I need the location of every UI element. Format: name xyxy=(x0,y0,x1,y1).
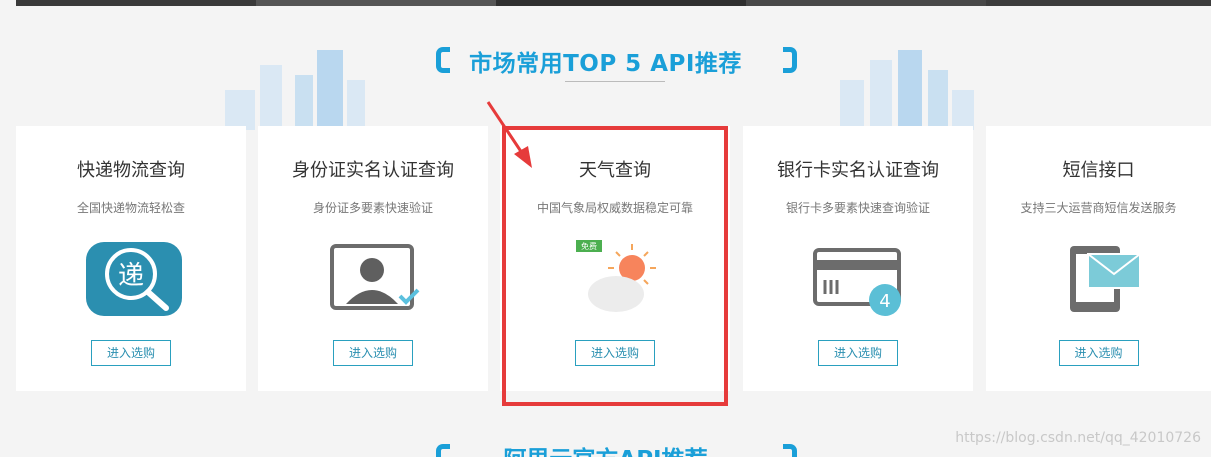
buy-button-id-verify[interactable]: 进入选购 xyxy=(333,340,413,366)
card-description: 身份证多要素快速验证 xyxy=(312,201,433,215)
card-title: 快递物流查询 xyxy=(77,160,185,181)
right-bracket-icon xyxy=(783,47,797,73)
card-description: 银行卡多要素快速查询验证 xyxy=(785,201,930,215)
bank-card-icon: 4 xyxy=(803,238,913,318)
section-title: 市场常用TOP 5 API推荐 xyxy=(0,44,1211,78)
next-section-title-text: 阿里云官方API推荐 xyxy=(503,447,707,457)
api-card-id-verify: 身份证实名认证查询 身份证多要素快速验证 进入选购 xyxy=(258,126,488,391)
title-underline xyxy=(565,81,665,82)
svg-text:递: 递 xyxy=(118,261,144,291)
api-card-sms: 短信接口 支持三大运营商短信发送服务 进入选购 xyxy=(986,126,1211,391)
watermark: https://blog.csdn.net/qq_42010726 xyxy=(955,430,1201,446)
id-verify-icon xyxy=(318,238,428,318)
card-description: 支持三大运营商短信发送服务 xyxy=(1020,201,1177,215)
top-banner xyxy=(16,0,1211,6)
api-card-express: 快递物流查询 全国快递物流轻松查 递 进入选购 xyxy=(16,126,246,391)
right-bracket-icon xyxy=(783,444,797,457)
express-delivery-icon: 递 xyxy=(76,238,186,318)
buy-button-express[interactable]: 进入选购 xyxy=(91,340,171,366)
buy-button-bank-card[interactable]: 进入选购 xyxy=(818,340,898,366)
buy-button-sms[interactable]: 进入选购 xyxy=(1058,340,1139,366)
api-card-bank-card: 银行卡实名认证查询 银行卡多要素快速查询验证 4 进入选购 xyxy=(743,126,973,391)
card-title: 短信接口 xyxy=(1062,160,1135,181)
svg-text:4: 4 xyxy=(879,291,890,312)
sms-icon xyxy=(1044,238,1154,318)
card-description: 全国快递物流轻松查 xyxy=(76,201,185,215)
section-title-text: 市场常用TOP 5 API推荐 xyxy=(469,51,742,77)
card-title: 银行卡实名认证查询 xyxy=(777,160,939,181)
annotation-arrow-icon xyxy=(486,101,532,168)
card-title: 身份证实名认证查询 xyxy=(292,160,454,181)
